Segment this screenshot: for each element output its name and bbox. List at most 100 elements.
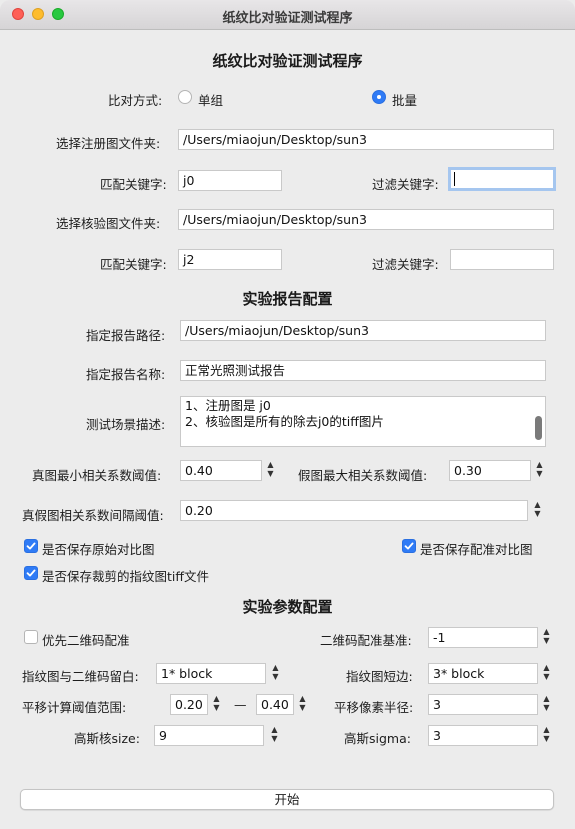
start-button[interactable]: 开始 bbox=[20, 789, 554, 810]
scene-desc-label: 测试场景描述: bbox=[86, 417, 166, 432]
compare-mode-label: 比对方式: bbox=[108, 93, 163, 108]
chevron-up-icon: ▲ bbox=[299, 694, 306, 703]
chevron-down-icon: ▼ bbox=[213, 703, 220, 712]
verify-folder-label: 选择核验图文件夹: bbox=[56, 216, 161, 231]
qr-first-checkbox[interactable] bbox=[24, 630, 38, 644]
qr-base-stepper[interactable]: ▲ ▼ bbox=[540, 627, 553, 648]
shift-radius-label: 平移像素半径: bbox=[334, 700, 414, 715]
gauss-sigma-label: 高斯sigma: bbox=[344, 731, 411, 746]
shift-max-input[interactable]: 0.40 bbox=[256, 694, 294, 715]
verify-filter-label: 过滤关键字: bbox=[372, 257, 439, 272]
verify-filter-input[interactable] bbox=[450, 249, 554, 270]
gauss-size-stepper[interactable]: ▲ ▼ bbox=[268, 725, 281, 746]
register-filter-input[interactable] bbox=[448, 167, 556, 191]
chevron-down-icon: ▼ bbox=[271, 734, 278, 743]
shift-min-input[interactable]: 0.20 bbox=[170, 694, 208, 715]
short-side-stepper[interactable]: ▲ ▼ bbox=[540, 663, 553, 684]
checkmark-icon bbox=[26, 569, 36, 577]
page-title: 纸纹比对验证测试程序 bbox=[212, 52, 363, 70]
save-aligned-checkbox[interactable] bbox=[402, 539, 416, 553]
verify-folder-input[interactable]: /Users/miaojun/Desktop/sun3 bbox=[178, 209, 554, 230]
chevron-up-icon: ▲ bbox=[213, 694, 220, 703]
save-original-checkbox[interactable] bbox=[24, 539, 38, 553]
text-caret bbox=[454, 171, 455, 186]
window-title: 纸纹比对验证测试程序 bbox=[222, 11, 353, 26]
chevron-down-icon: ▼ bbox=[534, 509, 541, 518]
false-max-stepper[interactable]: ▲ ▼ bbox=[533, 460, 546, 481]
shift-max-stepper[interactable]: ▲ ▼ bbox=[296, 694, 309, 715]
false-max-label: 假图最大相关系数阈值: bbox=[298, 468, 428, 483]
radio-single[interactable] bbox=[178, 90, 192, 104]
checkmark-icon bbox=[404, 542, 414, 550]
app-window: 纸纹比对验证测试程序 纸纹比对验证测试程序 比对方式: 单组 批量 选择注册图文… bbox=[0, 0, 575, 829]
range-dash: — bbox=[234, 697, 247, 712]
chevron-down-icon: ▼ bbox=[543, 734, 550, 743]
true-min-label: 真图最小相关系数阈值: bbox=[32, 468, 162, 483]
true-min-stepper[interactable]: ▲ ▼ bbox=[264, 460, 277, 481]
register-folder-input[interactable]: /Users/miaojun/Desktop/sun3 bbox=[178, 129, 554, 150]
chevron-down-icon: ▼ bbox=[543, 672, 550, 681]
verify-match-label: 匹配关键字: bbox=[100, 257, 167, 272]
qr-first-label: 优先二维码配准 bbox=[42, 633, 130, 648]
report-name-input[interactable]: 正常光照测试报告 bbox=[180, 360, 546, 381]
gap-input[interactable]: 0.20 bbox=[180, 500, 528, 521]
chevron-up-icon: ▲ bbox=[267, 460, 274, 469]
chevron-up-icon: ▲ bbox=[272, 663, 279, 672]
chevron-down-icon: ▼ bbox=[267, 469, 274, 478]
qr-base-input[interactable]: -1 bbox=[428, 627, 538, 648]
scene-desc-textarea[interactable]: 1、注册图是 j0 2、核验图是所有的除去j0的tiff图片 bbox=[180, 396, 546, 447]
gauss-sigma-stepper[interactable]: ▲ ▼ bbox=[540, 725, 553, 746]
report-section-title: 实验报告配置 bbox=[242, 290, 333, 308]
chevron-up-icon: ▲ bbox=[534, 500, 541, 509]
chevron-up-icon: ▲ bbox=[271, 725, 278, 734]
short-side-input[interactable]: 3* block bbox=[428, 663, 538, 684]
checkmark-icon bbox=[26, 542, 36, 550]
shift-radius-input[interactable]: 3 bbox=[428, 694, 538, 715]
report-path-input[interactable]: /Users/miaojun/Desktop/sun3 bbox=[180, 320, 546, 341]
register-folder-label: 选择注册图文件夹: bbox=[56, 136, 161, 151]
false-max-input[interactable]: 0.30 bbox=[449, 460, 531, 481]
chevron-up-icon: ▲ bbox=[543, 663, 550, 672]
title-bar: 纸纹比对验证测试程序 bbox=[0, 0, 575, 30]
gap-label: 真假图相关系数间隔阈值: bbox=[22, 508, 164, 523]
radio-batch-label: 批量 bbox=[392, 93, 418, 108]
chevron-up-icon: ▲ bbox=[543, 725, 550, 734]
verify-match-input[interactable]: j2 bbox=[178, 249, 282, 270]
scene-desc-line: 1、注册图是 j0 bbox=[185, 398, 271, 413]
shift-radius-stepper[interactable]: ▲ ▼ bbox=[540, 694, 553, 715]
save-original-label: 是否保存原始对比图 bbox=[42, 542, 155, 557]
chevron-down-icon: ▼ bbox=[543, 636, 550, 645]
scene-desc-scrollbar[interactable] bbox=[535, 416, 542, 440]
gap-stepper[interactable]: ▲ ▼ bbox=[531, 500, 544, 521]
save-crop-label: 是否保存裁剪的指纹图tiff文件 bbox=[42, 569, 209, 584]
save-aligned-label: 是否保存配准对比图 bbox=[420, 542, 533, 557]
margin-stepper[interactable]: ▲ ▼ bbox=[269, 663, 282, 684]
chevron-down-icon: ▼ bbox=[536, 469, 543, 478]
params-section-title: 实验参数配置 bbox=[242, 598, 333, 616]
shift-range-label: 平移计算阈值范围: bbox=[22, 700, 127, 715]
short-side-label: 指纹图短边: bbox=[346, 669, 413, 684]
margin-input[interactable]: 1* block bbox=[156, 663, 266, 684]
shift-min-stepper[interactable]: ▲ ▼ bbox=[210, 694, 223, 715]
report-name-label: 指定报告名称: bbox=[86, 367, 166, 382]
chevron-down-icon: ▼ bbox=[299, 703, 306, 712]
gauss-sigma-input[interactable]: 3 bbox=[428, 725, 538, 746]
scene-desc-line: 2、核验图是所有的除去j0的tiff图片 bbox=[185, 414, 384, 429]
report-path-label: 指定报告路径: bbox=[86, 328, 166, 343]
true-min-input[interactable]: 0.40 bbox=[180, 460, 262, 481]
qr-base-label: 二维码配准基准: bbox=[320, 633, 412, 648]
chevron-up-icon: ▲ bbox=[536, 460, 543, 469]
gauss-size-input[interactable]: 9 bbox=[154, 725, 264, 746]
save-crop-checkbox[interactable] bbox=[24, 566, 38, 580]
register-filter-label: 过滤关键字: bbox=[372, 177, 439, 192]
chevron-down-icon: ▼ bbox=[272, 672, 279, 681]
chevron-down-icon: ▼ bbox=[543, 703, 550, 712]
register-match-input[interactable]: j0 bbox=[178, 170, 282, 191]
chevron-up-icon: ▲ bbox=[543, 694, 550, 703]
gauss-size-label: 高斯核size: bbox=[74, 731, 140, 746]
register-match-label: 匹配关键字: bbox=[100, 177, 167, 192]
chevron-up-icon: ▲ bbox=[543, 627, 550, 636]
radio-single-label: 单组 bbox=[198, 93, 224, 108]
radio-batch[interactable] bbox=[372, 90, 386, 104]
margin-label: 指纹图与二维码留白: bbox=[22, 669, 139, 684]
